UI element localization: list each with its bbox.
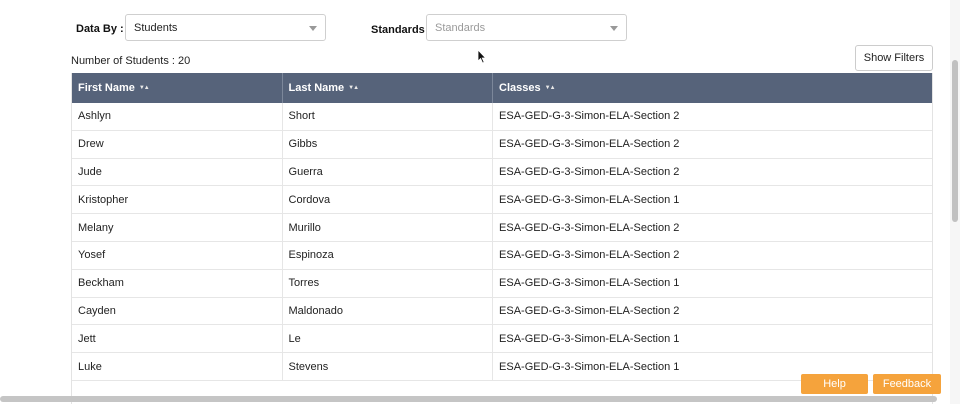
cell-last-name: Le bbox=[283, 325, 494, 353]
table-row[interactable]: Jude Guerra ESA-GED-G-3-Simon-ELA-Sectio… bbox=[72, 158, 932, 187]
table-row[interactable]: Yosef Espinoza ESA-GED-G-3-Simon-ELA-Sec… bbox=[72, 241, 932, 270]
cell-last-name: Short bbox=[283, 103, 494, 130]
cell-classes: ESA-GED-G-3-Simon-ELA-Section 2 bbox=[499, 249, 680, 262]
cell-first-name: Jude bbox=[72, 158, 283, 186]
table-header: First Name ▼▲ Last Name ▼▲ Classes ▼▲ bbox=[72, 73, 932, 103]
cell-classes: ESA-GED-G-3-Simon-ELA-Section 1 bbox=[499, 193, 680, 206]
data-by-select[interactable]: Students bbox=[125, 14, 326, 41]
cell-classes: ESA-GED-G-3-Simon-ELA-Section 2 bbox=[499, 165, 680, 178]
column-header-first-name[interactable]: First Name ▼▲ bbox=[72, 73, 283, 103]
cell-first-name: Ashlyn bbox=[72, 103, 283, 130]
chevron-down-icon bbox=[610, 26, 618, 31]
cell-classes: ESA-GED-G-3-Simon-ELA-Section 2 bbox=[499, 304, 680, 317]
standards-placeholder: Standards bbox=[435, 22, 486, 34]
help-button[interactable]: Help bbox=[801, 374, 868, 394]
feedback-button[interactable]: Feedback bbox=[873, 374, 941, 394]
cell-last-name: Gibbs bbox=[283, 130, 494, 158]
students-table: First Name ▼▲ Last Name ▼▲ Classes ▼▲ Ashly… bbox=[71, 73, 933, 404]
show-filters-button[interactable]: Show Filters bbox=[855, 45, 933, 71]
sort-icon[interactable]: ▼▲ bbox=[348, 73, 359, 103]
cell-classes: ESA-GED-G-3-Simon-ELA-Section 2 bbox=[499, 138, 680, 151]
cell-classes: ESA-GED-G-3-Simon-ELA-Section 2 bbox=[499, 221, 680, 234]
cell-last-name: Cordova bbox=[283, 186, 494, 214]
cell-last-name: Stevens bbox=[283, 353, 494, 380]
filters-bar: Data By : Students Standards Standards bbox=[0, 0, 960, 48]
cell-last-name: Torres bbox=[283, 269, 494, 297]
table-row[interactable]: Kristopher Cordova ESA-GED-G-3-Simon-ELA… bbox=[72, 186, 932, 215]
table-row[interactable]: Ashlyn Short ESA-GED-G-3-Simon-ELA-Secti… bbox=[72, 103, 932, 131]
data-by-value: Students bbox=[134, 22, 178, 34]
table-body: Ashlyn Short ESA-GED-G-3-Simon-ELA-Secti… bbox=[72, 103, 932, 381]
chevron-down-icon bbox=[309, 26, 317, 31]
cell-first-name: Jett bbox=[72, 325, 283, 353]
cell-last-name: Guerra bbox=[283, 158, 494, 186]
cell-first-name: Yosef bbox=[72, 241, 283, 269]
column-header-label: Last Name bbox=[288, 82, 345, 94]
table-row[interactable]: Melany Murillo ESA-GED-G-3-Simon-ELA-Sec… bbox=[72, 214, 932, 242]
standards-label: Standards bbox=[371, 24, 425, 36]
sort-icon[interactable]: ▼▲ bbox=[139, 73, 150, 103]
column-header-label: Classes bbox=[499, 82, 541, 94]
table-row[interactable]: Cayden Maldonado ESA-GED-G-3-Simon-ELA-S… bbox=[72, 297, 932, 326]
cell-first-name: Melany bbox=[72, 214, 283, 241]
cell-first-name: Cayden bbox=[72, 297, 283, 325]
cell-first-name: Kristopher bbox=[72, 186, 283, 214]
table-row[interactable]: Beckham Torres ESA-GED-G-3-Simon-ELA-Sec… bbox=[72, 269, 932, 298]
cell-last-name: Espinoza bbox=[283, 241, 494, 269]
column-header-classes[interactable]: Classes ▼▲ bbox=[493, 73, 932, 103]
cell-last-name: Maldonado bbox=[283, 297, 494, 325]
standards-select[interactable]: Standards bbox=[426, 14, 627, 41]
data-by-label: Data By : bbox=[76, 23, 124, 35]
cell-classes: ESA-GED-G-3-Simon-ELA-Section 2 bbox=[499, 110, 680, 123]
cell-last-name: Murillo bbox=[283, 214, 494, 241]
cell-first-name: Beckham bbox=[72, 269, 283, 297]
cell-classes: ESA-GED-G-3-Simon-ELA-Section 1 bbox=[499, 332, 680, 345]
sort-icon[interactable]: ▼▲ bbox=[545, 73, 556, 103]
cell-first-name: Luke bbox=[72, 353, 283, 380]
table-row[interactable]: Drew Gibbs ESA-GED-G-3-Simon-ELA-Section… bbox=[72, 130, 932, 159]
mouse-pointer-icon bbox=[477, 49, 487, 64]
column-header-label: First Name bbox=[78, 82, 135, 94]
student-count: Number of Students : 20 bbox=[71, 55, 191, 67]
table-row[interactable]: Jett Le ESA-GED-G-3-Simon-ELA-Section 1 bbox=[72, 325, 932, 354]
horizontal-scrollbar-thumb[interactable] bbox=[0, 396, 937, 402]
column-header-last-name[interactable]: Last Name ▼▲ bbox=[283, 73, 494, 103]
cell-classes: ESA-GED-G-3-Simon-ELA-Section 1 bbox=[499, 277, 680, 290]
vertical-scrollbar-thumb[interactable] bbox=[952, 60, 958, 222]
cell-first-name: Drew bbox=[72, 130, 283, 158]
